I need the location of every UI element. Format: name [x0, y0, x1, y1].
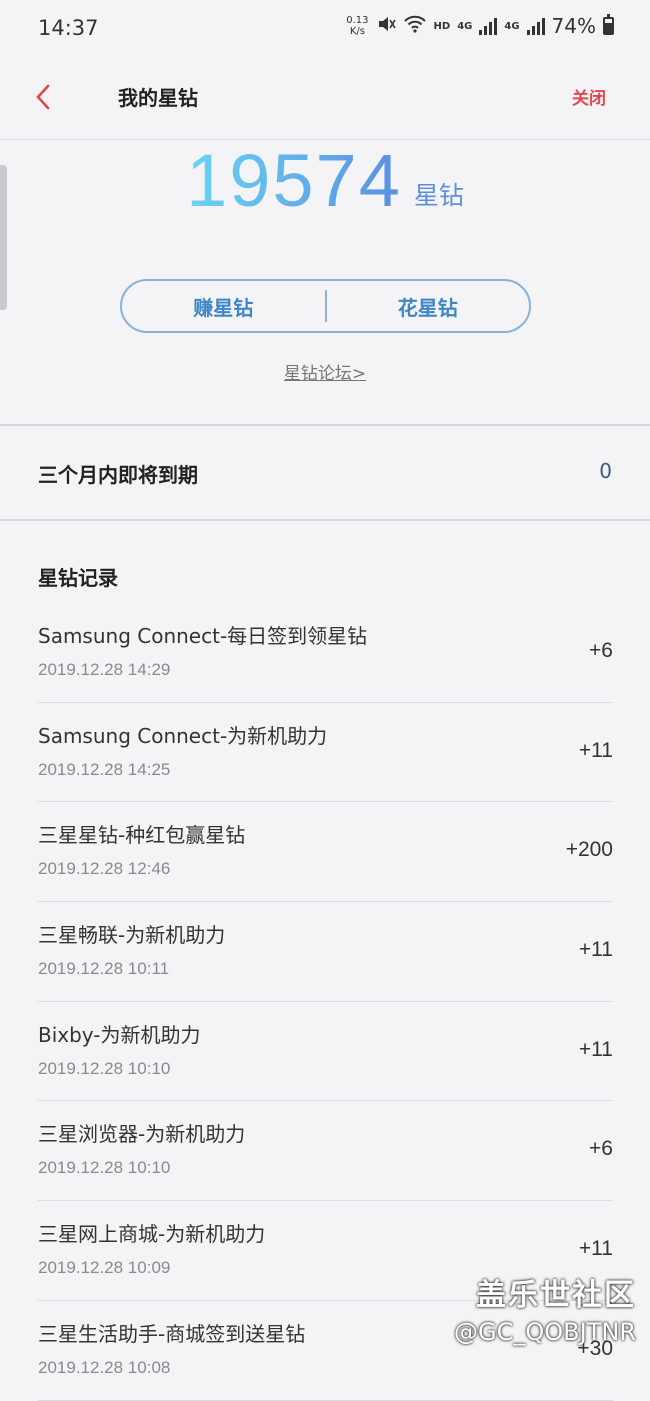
balance-value: 19574 — [186, 139, 402, 222]
record-time: 2019.12.28 14:25 — [38, 759, 171, 779]
expiring-row: 三个月内即将到期 0 — [0, 427, 650, 520]
action-pill: 赚星钻 花星钻 — [120, 279, 531, 333]
status-bar: 14:37 0.13 K/s HD 4G 4G 74% — [0, 0, 650, 60]
expiring-count: 0 — [599, 459, 612, 483]
record-name: Samsung Connect-为新机助力 — [38, 723, 328, 748]
record-time: 2019.12.28 10:10 — [38, 1058, 171, 1078]
expiring-label: 三个月内即将到期 — [38, 463, 198, 487]
battery-icon — [603, 14, 614, 35]
record-name: Samsung Connect-每日签到领星钻 — [38, 624, 368, 648]
records-title: 星钻记录 — [38, 566, 118, 590]
earn-button[interactable]: 赚星钻 — [122, 292, 325, 321]
network-speed-unit: K/s — [349, 26, 365, 37]
record-amount: +6 — [589, 1137, 613, 1161]
hd-label: HD — [433, 20, 451, 32]
record-amount: +11 — [578, 938, 613, 962]
spend-button[interactable]: 花星钻 — [327, 292, 530, 321]
mute-icon — [376, 14, 396, 38]
page-title: 我的星钻 — [118, 86, 198, 110]
network-speed: 0.13 K/s — [346, 15, 368, 37]
balance-section: 19574 星钻 赚星钻 花星钻 星钻论坛> — [0, 140, 650, 425]
record-time: 2019.12.28 10:09 — [38, 1258, 171, 1278]
record-time: 2019.12.28 10:10 — [38, 1158, 171, 1178]
record-amount: +11 — [578, 1237, 613, 1261]
record-name: 三星浏览器-为新机助力 — [38, 1122, 246, 1147]
wifi-icon — [403, 14, 427, 38]
record-name: 三星生活助手-商城签到送星钻 — [38, 1321, 306, 1346]
record-amount: +6 — [589, 639, 613, 662]
record-item[interactable]: 三星畅联-为新机助力 2019.12.28 10:11 +11 — [38, 902, 613, 1002]
signal-icon-1 — [479, 17, 498, 35]
close-button[interactable]: 关闭 — [572, 84, 606, 109]
record-item[interactable]: Samsung Connect-为新机助力 2019.12.28 14:25 +… — [38, 703, 613, 803]
record-time: 2019.12.28 14:29 — [38, 660, 171, 679]
balance-unit: 星钻 — [413, 181, 464, 210]
status-time: 14:37 — [38, 16, 99, 40]
forum-link[interactable]: 星钻论坛> — [0, 359, 650, 384]
network-type-2: 4G — [504, 20, 520, 32]
record-name: Bixby-为新机助力 — [38, 1022, 201, 1047]
record-item[interactable]: 三星星钻-种红包赢星钻 2019.12.28 12:46 +200 — [38, 802, 613, 903]
record-item[interactable]: 三星浏览器-为新机助力 2019.12.28 10:10 +6 — [38, 1101, 613, 1202]
record-time: 2019.12.28 10:08 — [38, 1357, 171, 1377]
app-header: 我的星钻 关闭 — [0, 60, 650, 140]
record-name: 三星畅联-为新机助力 — [38, 923, 226, 948]
watermark-title: 盖乐世社区 — [476, 1278, 636, 1313]
record-item[interactable]: Samsung Connect-每日签到领星钻 2019.12.28 14:29… — [38, 603, 613, 703]
back-button[interactable] — [28, 80, 62, 114]
section-divider — [0, 424, 650, 426]
network-type-1: 4G — [457, 20, 473, 32]
record-time: 2019.12.28 10:11 — [38, 959, 170, 979]
network-speed-value: 0.13 — [346, 15, 369, 26]
record-time: 2019.12.28 12:46 — [38, 859, 171, 879]
section-divider — [0, 519, 650, 521]
battery-percent: 74% — [551, 14, 596, 38]
status-icons: 0.13 K/s HD 4G 4G 74% — [346, 14, 614, 38]
record-amount: +11 — [578, 738, 613, 762]
record-item[interactable]: Bixby-为新机助力 2019.12.28 10:10 +11 — [38, 1002, 613, 1102]
watermark-user: @GC_QOBJTNR — [454, 1318, 636, 1346]
record-name: 三星网上商城-为新机助力 — [38, 1222, 266, 1247]
community-watermark: 盖乐世社区 @GC_QOBJTNR — [454, 1270, 636, 1346]
balance-display: 19574 星钻 — [0, 140, 650, 222]
record-name: 三星星钻-种红包赢星钻 — [38, 823, 246, 848]
signal-icon-2 — [526, 17, 545, 35]
record-amount: +200 — [565, 838, 613, 862]
record-amount: +11 — [578, 1037, 613, 1061]
chevron-left-icon — [36, 84, 50, 110]
